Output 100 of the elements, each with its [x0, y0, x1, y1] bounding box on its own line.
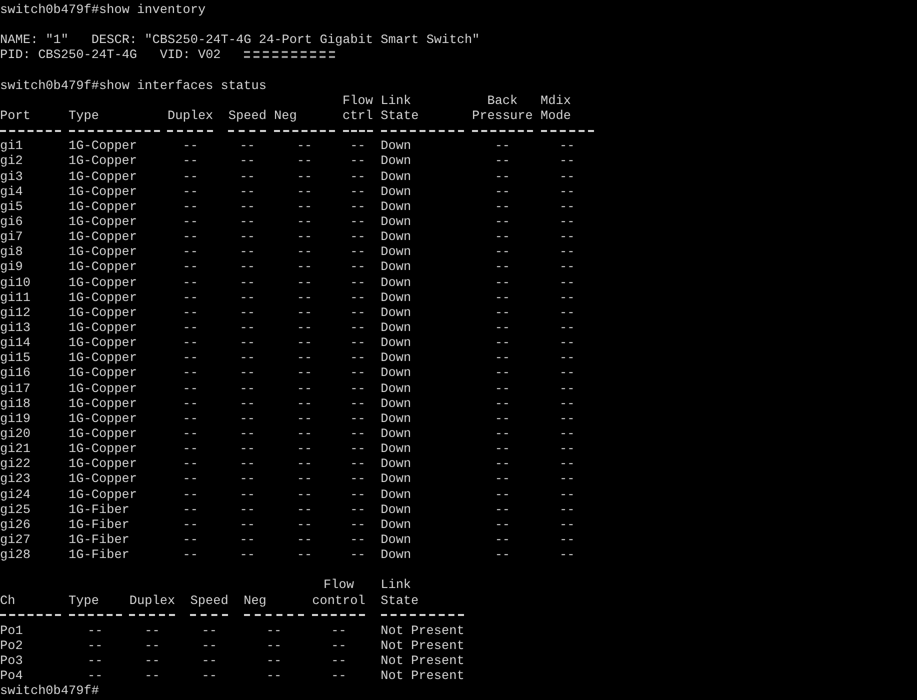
table-cell-text: --	[494, 410, 512, 426]
column-header: Ch	[0, 592, 16, 608]
table-cell-text: --	[558, 304, 576, 320]
table-cell-text: 1G-Copper	[68, 380, 138, 396]
table-cell-text: gi17	[0, 380, 32, 396]
table-cell-text: --	[349, 502, 366, 517]
table-cell-text: --	[238, 168, 256, 184]
table-cell-text: --	[238, 214, 256, 230]
table-cell-text: --	[494, 365, 512, 381]
table-cell-text: --	[86, 668, 104, 684]
table-cell-text: 1G-Copper	[68, 168, 138, 184]
table-cell-text: --	[558, 290, 576, 305]
table-cell-text: --	[182, 290, 199, 305]
table-cell-text: --	[558, 502, 576, 517]
table-cell-text: --	[296, 410, 314, 426]
table-cell-text: Down	[380, 380, 412, 396]
table-cell-text: --	[200, 622, 218, 638]
table-cell-text: 1G-Copper	[68, 320, 138, 336]
table-cell-text: --	[238, 532, 256, 548]
table-cell-text: --	[182, 320, 199, 336]
table-cell-text: --	[296, 426, 314, 442]
table-cell-text: --	[349, 441, 366, 456]
table-cell-text: --	[558, 441, 576, 456]
table-cell-text: --	[182, 471, 199, 487]
table-cell-text: --	[349, 290, 366, 305]
table-cell-text: gi13	[0, 320, 32, 336]
table-cell-text: 1G-Copper	[68, 214, 138, 230]
table-cell-text: --	[349, 335, 366, 350]
table-cell-text: --	[330, 653, 348, 668]
table-cell-text: --	[558, 471, 576, 487]
table-cell-text: Down	[380, 274, 412, 290]
table-cell-text: --	[182, 532, 199, 548]
table-cell-text: --	[494, 426, 512, 442]
table-cell-text: --	[349, 532, 366, 548]
column-header: Back Pressure	[472, 92, 533, 124]
table-cell-text: --	[200, 653, 218, 668]
table-cell-text: --	[296, 290, 314, 305]
table-cell-text: --	[558, 138, 576, 154]
terminal-line: switch0b479f#	[0, 683, 99, 699]
table-cell-text: Down	[380, 426, 412, 442]
column-header: Flow ctrl	[342, 92, 374, 124]
table-cell-text: gi25	[0, 502, 32, 517]
table-cell-text: --	[182, 153, 199, 169]
table-cell-text: gi19	[0, 410, 32, 426]
table-cell-text: --	[296, 274, 314, 290]
table-cell-text: --	[296, 304, 314, 320]
table-cell-text: --	[182, 410, 199, 426]
table-cell-text: --	[296, 380, 314, 396]
table-cell: Not Present	[380, 653, 464, 668]
table-cell-text: Down	[380, 229, 412, 244]
table-cell-text: --	[296, 350, 314, 366]
table-cell-text: --	[494, 244, 512, 260]
table-cell-text: Down	[380, 441, 412, 456]
table-cell-text: Down	[380, 410, 412, 426]
table-cell-text: Down	[380, 198, 412, 214]
table-cell-text: --	[349, 471, 366, 487]
table-cell-text: 1G-Copper	[68, 365, 138, 381]
table-cell-text: --	[296, 168, 314, 184]
table-cell-text: --	[558, 365, 576, 381]
table-cell-text: --	[349, 426, 366, 442]
table-cell-text: --	[182, 516, 199, 532]
terminal-line: PID: CBS250-24T-4G VID: V02	[0, 47, 221, 63]
table-cell-text: --	[296, 198, 314, 214]
table-cell-text: gi12	[0, 304, 32, 320]
table-cell-text: Down	[380, 396, 412, 411]
table-cell-text: --	[558, 456, 576, 472]
table-cell-text: 1G-Copper	[68, 259, 138, 275]
table-cell-text: --	[238, 486, 256, 502]
table-cell-text: --	[296, 214, 314, 230]
table-cell-text: --	[238, 516, 256, 532]
table-cell-text: Po2	[0, 638, 24, 654]
table-cell-text: --	[349, 259, 366, 275]
table-cell-text: --	[349, 516, 366, 532]
table-cell-text: --	[494, 198, 512, 214]
table-cell-text: --	[558, 486, 576, 502]
table-cell-text: --	[182, 184, 199, 199]
table-cell-text: --	[494, 320, 512, 336]
table-cell-text: --	[296, 396, 314, 411]
table-cell-text: --	[296, 184, 314, 199]
table-cell-text: --	[349, 138, 366, 154]
table-cell-text: --	[238, 335, 256, 350]
table-cell-text: --	[200, 668, 218, 684]
table-cell-text: --	[494, 138, 512, 154]
table-cell-text: gi23	[0, 471, 32, 487]
table-cell-text: --	[558, 410, 576, 426]
table-cell-text: gi14	[0, 335, 32, 350]
table-cell-text: --	[558, 153, 576, 169]
table-cell-text: --	[296, 471, 314, 487]
table-cell-text: gi1	[0, 138, 24, 154]
table-cell-text: 1G-Copper	[68, 335, 138, 350]
table-cell-text: 1G-Copper	[68, 441, 138, 456]
table-cell-text: --	[86, 622, 104, 638]
table-cell-text: 1G-Copper	[68, 396, 138, 411]
table-cell-text: --	[238, 380, 256, 396]
table-cell-text: gi16	[0, 365, 32, 381]
table-cell-text: --	[349, 380, 366, 396]
table-cell-text: --	[182, 214, 199, 230]
column-header: Duplex	[167, 108, 214, 124]
table-cell-text: --	[558, 547, 576, 562]
table-cell-text: --	[238, 138, 256, 154]
